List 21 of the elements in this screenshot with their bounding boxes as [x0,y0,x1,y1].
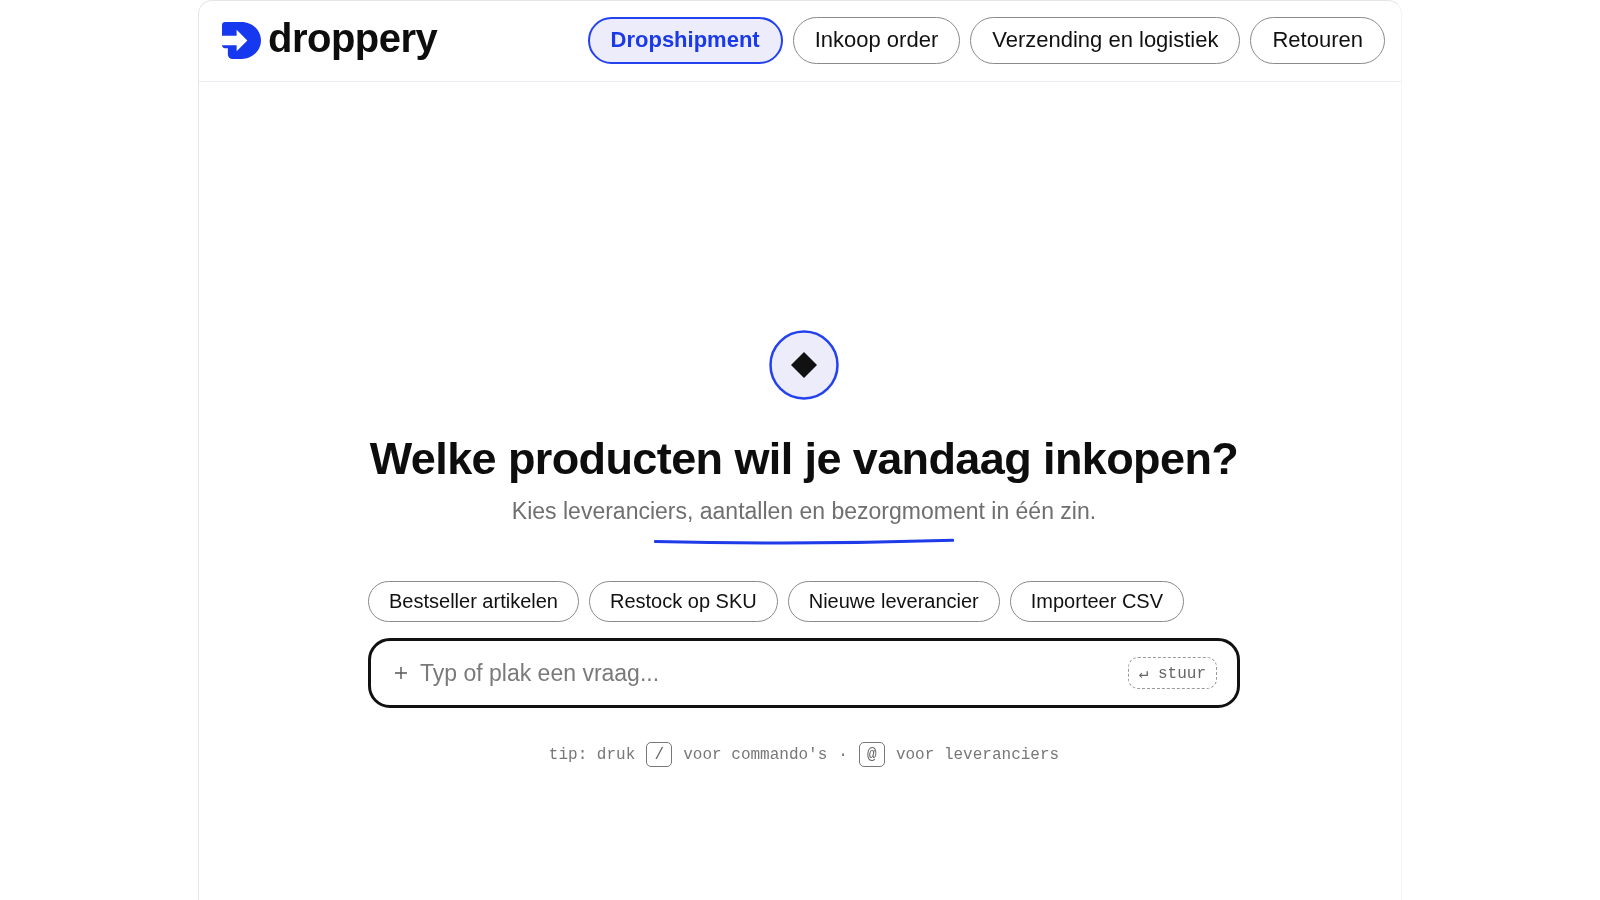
send-button[interactable]: ↵ stuur [1127,657,1217,689]
suggestion-chip[interactable]: Importeer CSV [1009,581,1185,622]
tip-text: voor commando's [683,745,828,764]
nav-tab[interactable]: Verzending en logistiek [970,16,1241,64]
suggestion-chip[interactable]: Restock op SKU [588,581,778,622]
key-hint: @ [858,742,885,767]
nav-tab[interactable]: Dropshipment [587,16,783,64]
suggestion-chip[interactable]: Bestseller artikelen [368,581,579,622]
tip-text: voor leveranciers [895,745,1060,764]
tip-text: tip: druk [548,745,636,764]
arrow-logo-icon [222,21,261,59]
plus-icon[interactable] [394,666,408,680]
suggestion-chip[interactable]: Nieuwe leverancier [787,581,1000,622]
nav-tab[interactable]: Retouren [1250,16,1385,64]
key-hint: / [646,742,673,767]
brand-name: droppery [268,18,438,62]
hero-subtitle: Kies leveranciers, aantallen en bezorgmoment in één zin. [511,497,1097,526]
tip-text: · [838,745,848,764]
nav-tab[interactable]: Inkoop order [792,16,961,64]
prompt-field[interactable]: Typ of plak een vraag... ↵ stuur [368,638,1240,708]
hero-title: Welke producten wil je vandaag inkopen? [369,432,1239,486]
